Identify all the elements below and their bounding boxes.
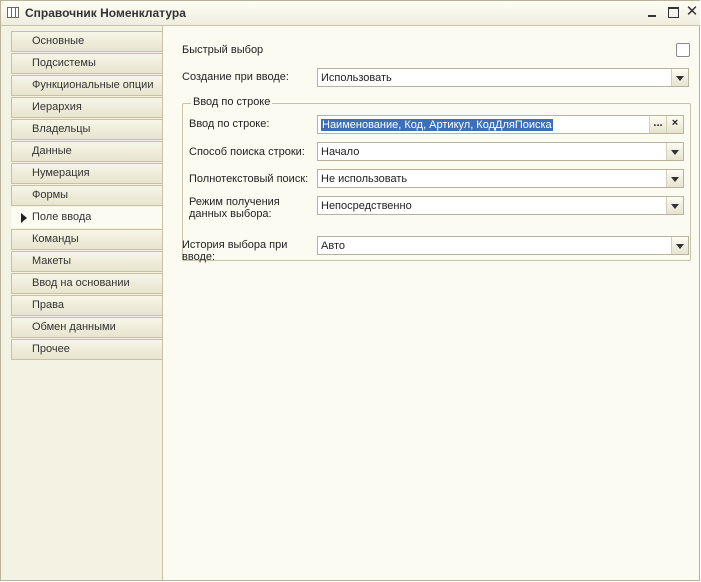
sidebar-item-hierarchy[interactable]: Иерархия (11, 97, 162, 118)
sidebar-item-label: Функциональные опции (32, 79, 154, 91)
sidebar-item-label: Данные (32, 145, 72, 157)
data-mode-select[interactable]: Непосредственно (317, 196, 684, 215)
history-value: Авто (321, 240, 345, 252)
fulltext-search-label: Полнотекстовый поиск: (189, 173, 309, 185)
sidebar-item-other[interactable]: Прочее (11, 339, 162, 360)
sidebar-item-label: Формы (32, 189, 69, 201)
sidebar-item-numbering[interactable]: Нумерация (11, 163, 162, 184)
clear-button[interactable]: × (666, 116, 683, 133)
input-by-string-value: Наименование, Код, Артикул, КодДляПоиска (321, 118, 553, 132)
sidebar-item-label: Иерархия (32, 101, 82, 113)
sidebar: Основные Подсистемы Функциональные опции… (1, 26, 163, 580)
chevron-down-icon[interactable] (671, 69, 688, 86)
active-arrow-icon (21, 213, 27, 223)
properties-panel: Быстрый выбор Создание при вводе: Исполь… (163, 26, 700, 580)
search-method-value: Начало (321, 146, 360, 158)
create-on-input-label: Создание при вводе: (182, 71, 289, 83)
sidebar-item-label: Владельцы (32, 123, 91, 135)
catalog-window: Справочник Номенклатура ✕ Основные Подси… (0, 0, 700, 581)
quick-select-checkbox[interactable] (676, 43, 690, 57)
sidebar-item-data-exchange[interactable]: Обмен данными (11, 317, 162, 338)
create-on-input-value: Использовать (321, 72, 392, 84)
sidebar-item-main[interactable]: Основные (11, 31, 162, 52)
sidebar-item-data[interactable]: Данные (11, 141, 162, 162)
sidebar-item-label: Права (32, 299, 64, 311)
sidebar-item-input-based-on[interactable]: Ввод на основании (11, 273, 162, 294)
sidebar-item-commands[interactable]: Команды (11, 229, 162, 250)
sidebar-item-label: Обмен данными (32, 321, 116, 333)
chevron-down-icon[interactable] (671, 237, 688, 254)
window-title: Справочник Номенклатура (25, 6, 186, 20)
input-by-string-field[interactable]: Наименование, Код, Артикул, КодДляПоиска… (317, 115, 684, 134)
sidebar-item-label: Команды (32, 233, 79, 245)
title-bar: Справочник Номенклатура ✕ (1, 1, 700, 26)
close-icon: ✕ (685, 3, 699, 20)
sidebar-item-label: Основные (32, 35, 85, 47)
create-on-input-select[interactable]: Использовать (317, 68, 689, 87)
sidebar-item-rights[interactable]: Права (11, 295, 162, 316)
input-by-string-label: Ввод по строке: (189, 118, 270, 130)
close-button[interactable]: ✕ (684, 4, 700, 20)
sidebar-item-label: Поле ввода (32, 211, 92, 223)
maximize-button[interactable] (665, 4, 681, 20)
sidebar-item-forms[interactable]: Формы (11, 185, 162, 206)
sidebar-item-label: Ввод на основании (32, 277, 130, 289)
minimize-icon (648, 15, 656, 17)
data-mode-value: Непосредственно (321, 200, 412, 212)
minimize-button[interactable] (644, 4, 660, 20)
data-mode-label-line2: данных выбора: (189, 208, 272, 220)
quick-select-label: Быстрый выбор (182, 44, 264, 56)
sidebar-item-functional-options[interactable]: Функциональные опции (11, 75, 162, 96)
fulltext-search-value: Не использовать (321, 173, 408, 185)
history-select[interactable]: Авто (317, 236, 689, 255)
sidebar-item-templates[interactable]: Макеты (11, 251, 162, 272)
input-by-string-selected-text: Наименование, Код, Артикул, КодДляПоиска (321, 119, 553, 131)
search-method-label: Способ поиска строки: (189, 146, 305, 158)
maximize-icon (667, 7, 679, 18)
sidebar-item-owners[interactable]: Владельцы (11, 119, 162, 140)
sidebar-item-label: Подсистемы (32, 57, 96, 69)
catalog-icon (7, 7, 19, 18)
sidebar-item-subsystems[interactable]: Подсистемы (11, 53, 162, 74)
sidebar-item-label: Прочее (32, 343, 70, 355)
chevron-down-icon[interactable] (666, 143, 683, 160)
sidebar-item-input-field[interactable]: Поле ввода (11, 207, 162, 228)
fulltext-search-select[interactable]: Не использовать (317, 169, 684, 188)
sidebar-item-label: Макеты (32, 255, 72, 267)
history-label-line2: вводе: (182, 251, 216, 263)
chevron-down-icon[interactable] (666, 170, 683, 187)
sidebar-item-label: Нумерация (32, 167, 90, 179)
ellipsis-button[interactable]: ... (649, 116, 666, 133)
search-method-select[interactable]: Начало (317, 142, 684, 161)
chevron-down-icon[interactable] (666, 197, 683, 214)
group-title: Ввод по строке (191, 96, 273, 109)
